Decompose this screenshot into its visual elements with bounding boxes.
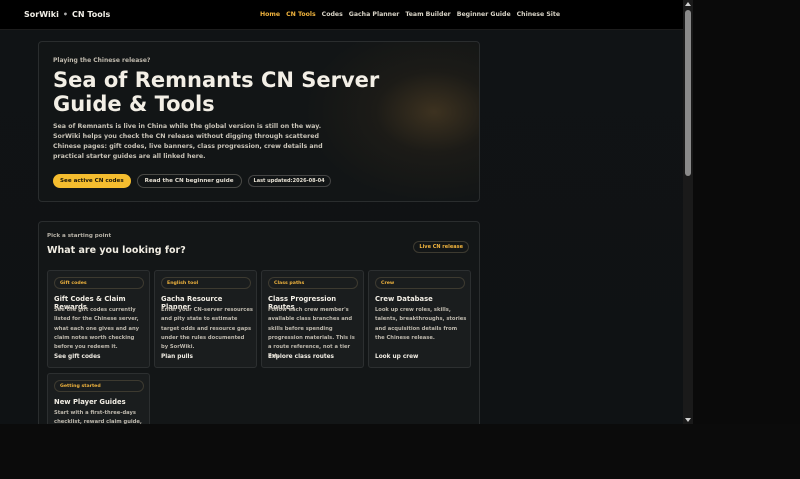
scroll-down-arrow-icon[interactable] xyxy=(685,418,691,422)
card-crew-database[interactable]: Crew Crew Database Look up crew roles, s… xyxy=(368,270,471,368)
card-tag: Crew xyxy=(375,277,465,289)
card-link-class-routes[interactable]: Explore class routes xyxy=(268,354,334,360)
card-gift-codes[interactable]: Gift codes Gift Codes & Claim Rewards Se… xyxy=(47,270,150,368)
card-description: See the gift codes currently listed for … xyxy=(54,307,140,351)
see-active-codes-button[interactable]: See active CN codes xyxy=(53,174,131,188)
card-class-progression[interactable]: Class paths Class Progression Routes Fol… xyxy=(261,270,364,368)
brand-separator: • xyxy=(62,10,68,19)
card-link-crew[interactable]: Look up crew xyxy=(375,354,418,360)
card-new-player-guides[interactable]: Getting started New Player Guides Start … xyxy=(47,373,150,424)
card-tag: English tool xyxy=(161,277,251,289)
hero-description: Sea of Remnants is live in China while t… xyxy=(53,123,323,160)
card-gacha-planner[interactable]: English tool Gacha Resource Planner Ente… xyxy=(154,270,257,368)
nav-home[interactable]: Home xyxy=(260,11,280,18)
beginner-guide-button[interactable]: Read the CN beginner guide xyxy=(136,174,242,188)
card-title: Crew Database xyxy=(375,295,433,303)
card-tag: Gift codes xyxy=(54,277,144,289)
main-nav: Home CN Tools Codes Gacha Planner Team B… xyxy=(260,11,560,18)
card-title: New Player Guides xyxy=(54,398,126,406)
page-title: Sea of Remnants CN Server Guide & Tools xyxy=(53,68,380,116)
scroll-up-arrow-icon[interactable] xyxy=(685,2,691,6)
nav-cn-tools[interactable]: CN Tools xyxy=(286,11,316,18)
brand-subtitle: CN Tools xyxy=(71,10,111,19)
card-link-plan-pulls[interactable]: Plan pulls xyxy=(161,354,193,360)
card-description: Start with a first-three-days checklist,… xyxy=(54,410,142,424)
nav-beginner-guide[interactable]: Beginner Guide xyxy=(457,11,511,18)
page-viewport: SorWiki • CN Tools Home CN Tools Codes G… xyxy=(0,0,683,424)
hero-panel: Playing the Chinese release? Sea of Remn… xyxy=(38,41,480,202)
live-release-badge: Live CN release xyxy=(413,241,469,253)
nav-team-builder[interactable]: Team Builder xyxy=(405,11,450,18)
brand-logo[interactable]: SorWiki • CN Tools xyxy=(24,10,110,19)
brand-name: SorWiki xyxy=(24,10,59,19)
card-description: Enter your CN-server resources and pity … xyxy=(161,307,253,351)
nav-gacha-planner[interactable]: Gacha Planner xyxy=(349,11,400,18)
hero-eyebrow: Playing the Chinese release? xyxy=(53,57,151,64)
top-navigation-bar: SorWiki • CN Tools Home CN Tools Codes G… xyxy=(0,0,683,30)
section-eyebrow: Pick a starting point xyxy=(47,233,112,239)
starting-point-section: Pick a starting point What are you looki… xyxy=(38,221,480,424)
scrollbar-thumb[interactable] xyxy=(685,10,691,176)
section-title: What are you looking for? xyxy=(47,245,186,256)
nav-chinese-site[interactable]: Chinese Site xyxy=(517,11,560,18)
card-tag: Class paths xyxy=(268,277,358,289)
card-tag: Getting started xyxy=(54,380,144,392)
last-updated-badge: Last updated:2026-08-04 xyxy=(247,175,331,187)
window-bottom-area xyxy=(0,424,800,479)
vertical-scrollbar[interactable] xyxy=(683,0,693,424)
nav-codes[interactable]: Codes xyxy=(322,11,343,18)
hero-actions: See active CN codes Read the CN beginner… xyxy=(53,174,331,188)
card-link-gift-codes[interactable]: See gift codes xyxy=(54,354,100,360)
card-description: Look up crew roles, skills, talents, bre… xyxy=(375,307,467,341)
